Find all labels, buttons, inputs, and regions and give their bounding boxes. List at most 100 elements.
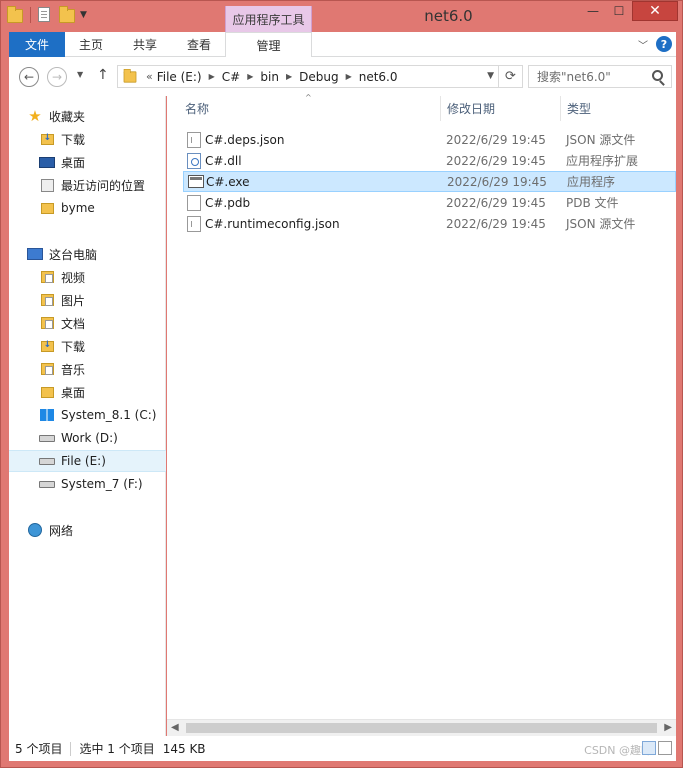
file-date: 2022/6/29 19:45 [446, 195, 546, 210]
nav-label: 桌面 [61, 385, 86, 400]
minimize-button[interactable]: — [580, 1, 606, 21]
breadcrumb-item[interactable]: Debug [299, 70, 338, 84]
column-header-name[interactable]: 名称 [185, 96, 209, 121]
chevron-right-icon[interactable]: ▶ [286, 72, 292, 81]
nav-item-downloads-pc[interactable]: 下载 [39, 335, 166, 357]
nav-network[interactable]: 网络 [27, 519, 166, 541]
recent-locations-dropdown-icon[interactable]: ▼ [77, 70, 83, 79]
nav-label: System_7 (F:) [61, 477, 143, 491]
file-type: 应用程序扩展 [566, 154, 639, 168]
refresh-icon[interactable]: ⟳ [498, 66, 522, 87]
nav-label: byme [61, 201, 95, 215]
pictures-folder-icon [39, 292, 55, 308]
nav-item-byme[interactable]: byme [39, 197, 166, 219]
nav-item-drive-c[interactable]: System_8.1 (C:) [39, 404, 166, 426]
json-file-icon [187, 131, 201, 148]
tab-share[interactable]: 共享 [123, 32, 167, 57]
chevron-right-icon[interactable]: ▶ [209, 72, 215, 81]
chevron-right-icon[interactable]: ▶ [346, 72, 352, 81]
nav-item-pictures[interactable]: 图片 [39, 289, 166, 311]
nav-label: 收藏夹 [49, 109, 86, 124]
videos-folder-icon [39, 269, 55, 285]
help-icon[interactable]: ? [656, 36, 672, 52]
breadcrumb-item[interactable]: File (E:) [157, 70, 202, 84]
nav-label: File (E:) [61, 454, 106, 468]
nav-item-drive-d[interactable]: Work (D:) [39, 427, 166, 449]
window-controls: — ☐ ✕ [580, 1, 678, 21]
star-icon: ★ [28, 106, 42, 125]
nav-favorites[interactable]: ★ 收藏夹 [27, 105, 166, 127]
maximize-button[interactable]: ☐ [606, 1, 632, 21]
recent-places-icon [39, 177, 55, 193]
nav-label: 网络 [49, 523, 74, 538]
forward-button[interactable]: → [47, 67, 67, 87]
window-title: net6.0 [424, 7, 473, 25]
search-icon[interactable] [652, 70, 663, 81]
ribbon-controls: ﹀ ? [638, 36, 672, 52]
nav-item-drive-f[interactable]: System_7 (F:) [39, 473, 166, 495]
file-name: C#.pdb [205, 195, 251, 210]
breadcrumb-overflow[interactable]: « [146, 70, 153, 83]
file-list: ^ 名称 修改日期 类型 C#.deps.json 2022/6/29 19:4… [167, 93, 676, 719]
file-row[interactable]: C#.dll 2022/6/29 19:45 应用程序扩展 [183, 150, 676, 171]
nav-item-desktop[interactable]: 桌面 [39, 151, 166, 173]
tab-file[interactable]: 文件 [9, 32, 65, 57]
file-row[interactable]: C#.pdb 2022/6/29 19:45 PDB 文件 [183, 192, 676, 213]
details-view-icon[interactable] [642, 741, 656, 755]
chevron-right-icon[interactable]: ▶ [247, 72, 253, 81]
nav-item-music[interactable]: 音乐 [39, 358, 166, 380]
nav-item-recent[interactable]: 最近访问的位置 [39, 174, 166, 196]
breadcrumb-item[interactable]: net6.0 [359, 70, 398, 84]
column-divider[interactable] [440, 96, 441, 121]
column-divider[interactable] [560, 96, 561, 121]
file-name: C#.dll [205, 153, 242, 168]
address-bar[interactable]: « File (E:) ▶ C# ▶ bin ▶ Debug ▶ net6.0 … [117, 65, 523, 88]
horizontal-scrollbar[interactable]: ◀ ▶ [167, 719, 676, 736]
file-row[interactable]: C#.runtimeconfig.json 2022/6/29 19:45 JS… [183, 213, 676, 234]
back-button[interactable]: ← [19, 67, 39, 87]
selection-size: 145 KB [162, 741, 206, 756]
expand-ribbon-chevron-down-icon[interactable]: ﹀ [638, 37, 648, 52]
nav-label: Work (D:) [61, 431, 118, 445]
selection-count: 选中 1 个项目 [79, 742, 155, 756]
tab-manage[interactable]: 管理 [225, 32, 312, 57]
nav-item-documents[interactable]: 文档 [39, 312, 166, 334]
breadcrumb-item[interactable]: bin [260, 70, 279, 84]
blank-file-icon [187, 194, 201, 211]
breadcrumb-item[interactable]: C# [222, 70, 240, 84]
search-input[interactable]: 搜索"net6.0" [528, 65, 672, 88]
music-folder-icon [39, 361, 55, 377]
scroll-left-arrow-icon[interactable]: ◀ [171, 722, 179, 733]
nav-item-downloads[interactable]: 下载 [39, 128, 166, 150]
desktop-folder-icon [39, 384, 55, 400]
file-row-selected[interactable]: C#.exe 2022/6/29 19:45 应用程序 [183, 171, 676, 192]
tab-home[interactable]: 主页 [69, 32, 113, 57]
nav-item-drive-e[interactable]: File (E:) [9, 450, 166, 472]
nav-item-desktop-pc[interactable]: 桌面 [39, 381, 166, 403]
nav-label: 文档 [61, 316, 86, 331]
folder-icon [39, 200, 55, 216]
scroll-right-arrow-icon[interactable]: ▶ [664, 722, 672, 733]
search-placeholder: 搜索"net6.0" [537, 70, 611, 84]
large-icons-view-icon[interactable] [658, 741, 672, 755]
file-type: JSON 源文件 [566, 217, 636, 231]
drive-icon [39, 453, 55, 469]
address-history-dropdown-icon[interactable]: ▼ [487, 71, 494, 81]
scrollbar-thumb[interactable] [186, 723, 657, 733]
network-globe-icon [27, 522, 43, 538]
folder-icon [123, 68, 137, 83]
nav-label: 下载 [61, 339, 86, 354]
file-row[interactable]: C#.deps.json 2022/6/29 19:45 JSON 源文件 [183, 129, 676, 150]
json-file-icon [187, 215, 201, 232]
file-name: C#.runtimeconfig.json [205, 216, 340, 231]
tab-view[interactable]: 查看 [177, 32, 221, 57]
up-one-level-button[interactable]: ↑ [97, 67, 109, 83]
column-header-date[interactable]: 修改日期 [447, 96, 495, 121]
nav-item-videos[interactable]: 视频 [39, 266, 166, 288]
explorer-window: ▼ 应用程序工具 net6.0 — ☐ ✕ 文件 主页 共享 查看 管理 ﹀ ?… [0, 0, 683, 768]
file-type: JSON 源文件 [566, 133, 636, 147]
column-header-type[interactable]: 类型 [567, 96, 591, 121]
nav-this-pc[interactable]: 这台电脑 [27, 243, 166, 265]
close-button[interactable]: ✕ [632, 1, 678, 21]
nav-label: 视频 [61, 270, 86, 285]
